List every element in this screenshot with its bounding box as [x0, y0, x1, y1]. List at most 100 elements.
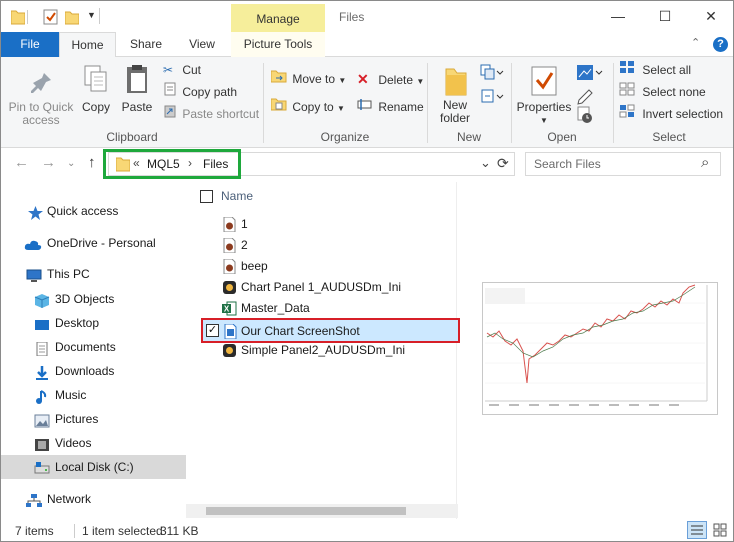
- copy-to-dropdown-icon: ▼: [337, 104, 345, 113]
- easy-access-icon: [481, 89, 504, 103]
- rename-button[interactable]: Rename: [357, 97, 424, 117]
- large-icons-view-button[interactable]: [711, 521, 731, 539]
- paste-label: Paste: [121, 100, 153, 114]
- invert-selection-button[interactable]: Invert selection: [619, 104, 723, 124]
- history-button[interactable]: [575, 105, 605, 125]
- select-all-button[interactable]: Select all: [619, 60, 691, 80]
- select-all-label: Select all: [642, 63, 692, 77]
- nav-item-this-pc[interactable]: This PC: [1, 262, 186, 286]
- nav-item-quick-access[interactable]: Quick access: [1, 199, 186, 223]
- nav-item-onedrive[interactable]: OneDrive - Personal: [1, 231, 186, 255]
- tab-file[interactable]: File: [1, 32, 59, 57]
- music-icon: [34, 388, 49, 404]
- cut-button[interactable]: ✂ Cut: [163, 60, 201, 80]
- window-title: Files: [339, 10, 365, 24]
- new-folder-qat-icon[interactable]: [64, 9, 80, 25]
- list-item[interactable]: 1: [201, 214, 456, 235]
- ribbon-home: Pin to Quick access Copy Paste ✂ Cut Cop…: [1, 57, 733, 148]
- nav-item-3d-objects[interactable]: 3D Objects: [1, 287, 186, 311]
- list-item[interactable]: 2: [201, 235, 456, 256]
- select-all-checkbox[interactable]: [200, 190, 213, 203]
- open-icon: [577, 65, 603, 80]
- new-item-button[interactable]: [479, 63, 505, 85]
- list-item[interactable]: Chart Panel 1_AUDUSDm_Ini: [201, 277, 456, 298]
- paste-shortcut-icon: [163, 104, 179, 124]
- organize-group-label: Organize: [320, 130, 370, 144]
- tab-view[interactable]: View: [175, 32, 229, 57]
- collapse-ribbon-icon[interactable]: ⌃: [691, 36, 700, 49]
- customize-qat-icon[interactable]: ▼: [87, 10, 96, 20]
- scissors-icon: ✂: [163, 63, 174, 77]
- file-name: 1: [241, 217, 248, 231]
- delete-label: Delete: [378, 73, 414, 87]
- list-item[interactable]: X Master_Data: [201, 298, 456, 319]
- maximize-button[interactable]: ☐: [642, 1, 688, 32]
- nav-item-downloads[interactable]: Downloads: [1, 359, 186, 383]
- refresh-icon[interactable]: ⟳: [497, 155, 509, 172]
- status-bar: 7 items 1 item selected 311 KB: [1, 519, 733, 541]
- properties-qat-icon[interactable]: [43, 9, 58, 25]
- copy-icon: [77, 63, 115, 101]
- back-arrow-icon[interactable]: ←: [14, 154, 29, 171]
- open-button[interactable]: [575, 63, 605, 85]
- nav-label: 3D Objects: [55, 292, 115, 306]
- properties-button[interactable]: Properties ▼: [515, 63, 573, 127]
- search-input[interactable]: Search Files: [534, 157, 601, 171]
- audio-file-icon: [223, 258, 236, 275]
- delete-icon: ✕: [357, 71, 369, 87]
- new-folder-button[interactable]: New folder: [433, 63, 477, 127]
- folder-icon[interactable]: [10, 9, 26, 25]
- nav-item-pictures[interactable]: Pictures: [1, 407, 186, 431]
- select-none-button[interactable]: Select none: [619, 82, 706, 102]
- documents-icon: [34, 340, 49, 357]
- template-file-icon: [222, 343, 237, 358]
- star-icon: [28, 204, 43, 220]
- nav-item-local-disk[interactable]: Local Disk (C:): [1, 455, 186, 479]
- close-button[interactable]: ✕: [688, 1, 733, 32]
- address-dropdown-icon[interactable]: ⌄: [480, 155, 491, 171]
- help-icon[interactable]: ?: [713, 37, 728, 52]
- tab-share[interactable]: Share: [119, 32, 173, 57]
- copy-label: Copy: [81, 100, 110, 114]
- copy-to-label: Copy to: [292, 100, 334, 114]
- list-item[interactable]: beep: [201, 256, 456, 277]
- forward-arrow-icon[interactable]: →: [41, 154, 56, 171]
- nav-item-music[interactable]: Music: [1, 383, 186, 407]
- copy-path-button[interactable]: Copy path: [163, 82, 237, 102]
- audio-file-icon: [223, 237, 236, 254]
- details-view-button[interactable]: [687, 521, 707, 539]
- nav-item-network[interactable]: Network: [1, 487, 186, 511]
- cube-icon: [34, 292, 50, 308]
- navigation-pane: Quick access OneDrive - Personal This PC…: [1, 182, 186, 519]
- audio-file-icon: [223, 216, 236, 233]
- column-header-name[interactable]: Name: [221, 189, 253, 203]
- copy-button[interactable]: Copy: [77, 63, 115, 127]
- nav-item-documents[interactable]: Documents: [1, 335, 186, 359]
- nav-item-videos[interactable]: Videos: [1, 431, 186, 455]
- tab-manage[interactable]: Manage: [231, 4, 325, 33]
- easy-access-button[interactable]: [479, 87, 505, 109]
- nav-item-desktop[interactable]: Desktop: [1, 311, 186, 335]
- edit-icon: [577, 89, 593, 105]
- edit-button[interactable]: [575, 85, 605, 105]
- paste-button[interactable]: Paste: [117, 63, 157, 127]
- item-checkbox[interactable]: ✓: [206, 324, 219, 337]
- horizontal-scrollbar[interactable]: [186, 504, 458, 518]
- delete-button[interactable]: ✕ Delete ▼: [357, 69, 424, 89]
- list-item[interactable]: Simple Panel2_AUDUSDm_Ini: [201, 340, 456, 361]
- select-group-label: Select: [652, 130, 686, 144]
- file-name: 2: [241, 238, 248, 252]
- tab-home[interactable]: Home: [59, 32, 116, 58]
- file-name: Our Chart ScreenShot: [241, 324, 360, 338]
- up-arrow-icon[interactable]: ↑: [88, 154, 96, 171]
- tab-picture-tools[interactable]: Picture Tools: [231, 32, 325, 57]
- minimize-button[interactable]: —: [595, 1, 641, 32]
- paste-shortcut-button[interactable]: Paste shortcut: [163, 104, 259, 124]
- recent-locations-icon[interactable]: ⌄: [67, 158, 75, 169]
- pin-to-quick-access-button[interactable]: Pin to Quick access: [5, 63, 77, 127]
- file-name: Simple Panel2_AUDUSDm_Ini: [241, 343, 406, 357]
- move-to-button[interactable]: Move to ▼: [270, 69, 346, 89]
- scrollbar-thumb[interactable]: [206, 507, 406, 515]
- search-box[interactable]: Search Files ⌕: [525, 152, 721, 176]
- copy-to-button[interactable]: Copy to ▼: [270, 97, 345, 117]
